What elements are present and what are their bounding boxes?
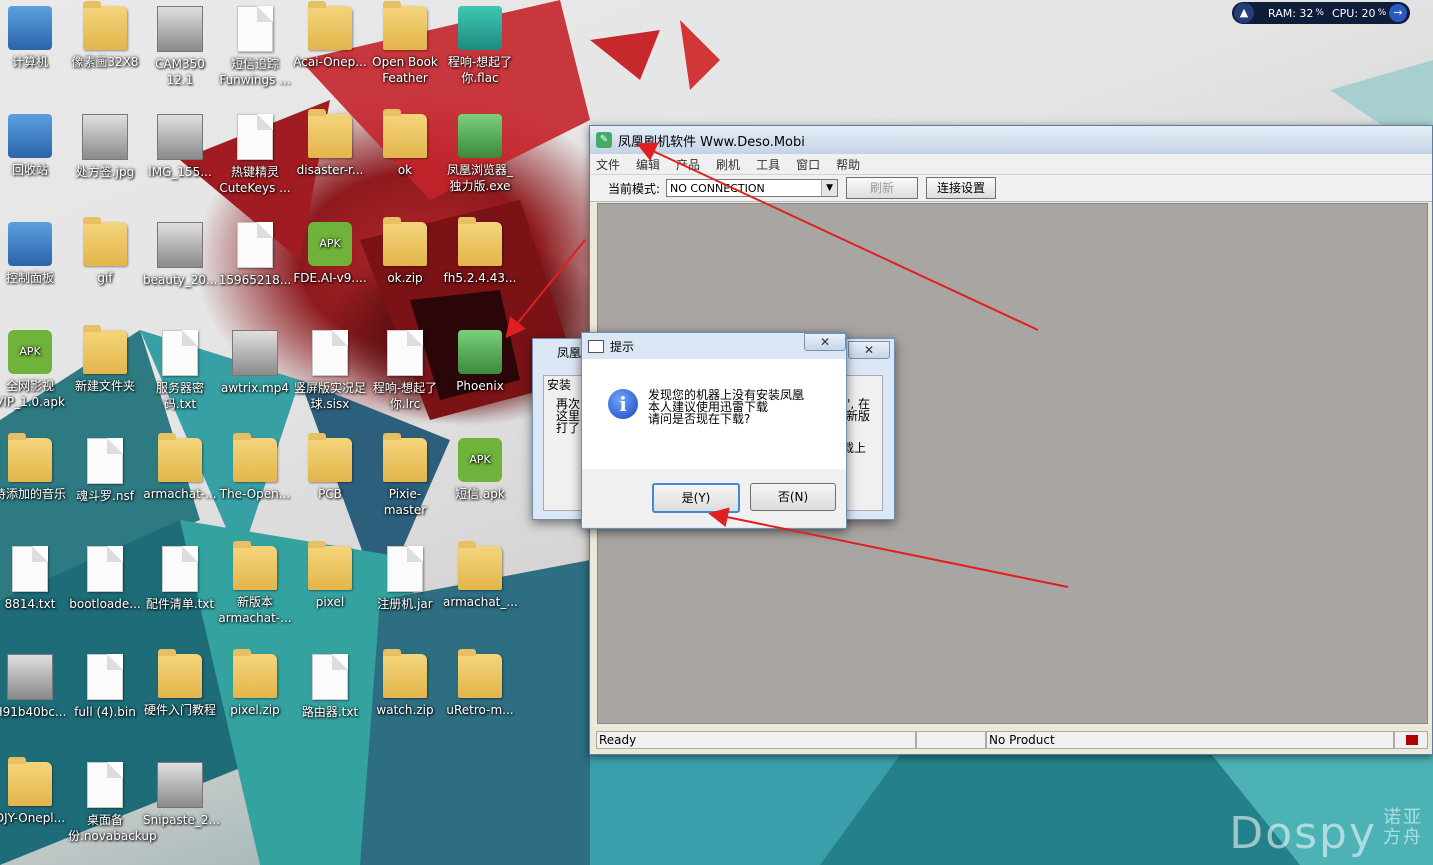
dospy-watermark: Dospy 诺亚方舟 [1229, 807, 1423, 860]
arrow-to-title [636, 142, 1039, 331]
watermark-sub: 诺亚方舟 [1383, 807, 1423, 848]
arrow-to-phoenix-icon [505, 239, 586, 339]
annotation-arrows [505, 142, 1069, 588]
watermark-brand: Dospy [1229, 808, 1377, 859]
arrow-to-yes-button [708, 507, 1069, 588]
